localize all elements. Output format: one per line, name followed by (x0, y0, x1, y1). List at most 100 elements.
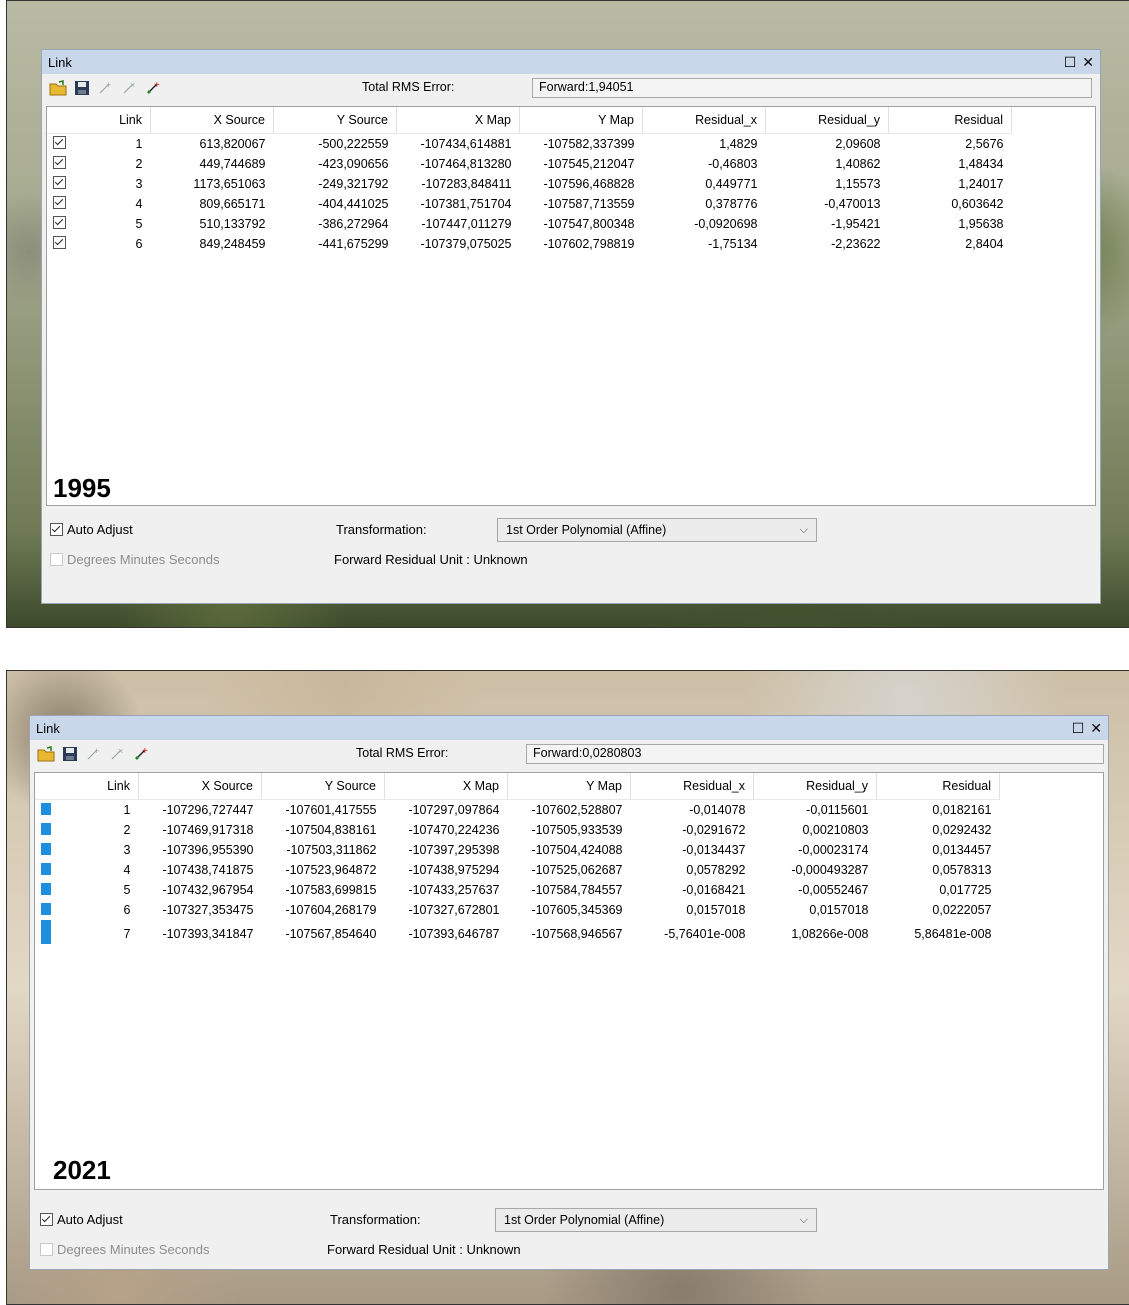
link-marker-icon[interactable] (41, 882, 51, 895)
close-icon[interactable]: ✕ (1082, 54, 1094, 71)
close-icon[interactable]: ✕ (1090, 720, 1102, 737)
table-cell: 0,0292432 (932, 823, 992, 837)
maximize-icon[interactable]: ☐ (1072, 720, 1085, 737)
chevron-down-icon: ⌵ (799, 523, 808, 536)
transformation-select[interactable]: 1st Order Polynomial (Affine) ⌵ (495, 1208, 817, 1232)
col-header-x-source[interactable]: X Source (150, 107, 274, 134)
table-row[interactable]: 2 449,744689 -423,090656 -107464,813280 -107… (47, 154, 1012, 174)
table-row[interactable]: 3 -107396,955390 -107503,311862 -107397,295… (35, 840, 1000, 860)
col-header-y-source[interactable]: Y Source (273, 107, 397, 134)
table-cell: -107601,417555 (285, 803, 377, 817)
table-row[interactable]: 2 -107469,917318 -107504,838161 -107470,224… (35, 820, 1000, 840)
col-header-y-map[interactable]: Y Map (507, 773, 631, 800)
table-row[interactable]: 6 849,248459 -441,675299 -107379,075025 -107… (47, 234, 1012, 254)
table-row[interactable]: 1 -107296,727447 -107601,417555 -107297,097… (35, 800, 1000, 821)
save-icon[interactable] (72, 78, 92, 98)
row-checkbox[interactable] (53, 136, 66, 149)
col-header-x-map[interactable]: X Map (396, 107, 520, 134)
col-header-residual[interactable]: Residual (888, 107, 1012, 134)
add-control-point-icon[interactable]: + (84, 744, 104, 764)
table-cell: -5,76401e-008 (664, 926, 746, 941)
table-cell: -0,46803 (708, 157, 758, 171)
year-label: 1995 (53, 473, 111, 503)
table-cell: -107464,813280 (420, 157, 512, 171)
col-header-x-map[interactable]: X Map (384, 773, 508, 800)
save-icon[interactable] (60, 744, 80, 764)
checkbox-checked-icon[interactable] (50, 523, 63, 536)
col-header-residual-y[interactable]: Residual_y (753, 773, 877, 800)
table-row[interactable]: 1 613,820067 -500,222559 -107434,614881 -107… (47, 134, 1012, 155)
table-row[interactable]: 7 -107393,341847 -107567,854640 -107393,646… (35, 920, 1000, 947)
table-cell: 0,0134457 (932, 843, 992, 857)
screenshot-1995: Link ☐ ✕ + × + Total RMS Error: Forward:… (6, 0, 1129, 628)
auto-adjust-label: Auto Adjust (57, 1212, 123, 1227)
table-cell: 0,0578313 (932, 863, 992, 877)
table-cell: -1,75134 (708, 237, 758, 251)
table-row[interactable]: 5 510,133792 -386,272964 -107447,011279 -107… (47, 214, 1012, 234)
svg-text:×: × (118, 746, 123, 756)
row-checkbox[interactable] (53, 236, 66, 249)
table-cell: 809,665171 (199, 197, 266, 211)
row-checkbox[interactable] (53, 196, 66, 209)
table-cell: -441,675299 (318, 237, 389, 251)
link-marker-icon[interactable] (41, 822, 51, 835)
chevron-down-icon: ⌵ (799, 1213, 808, 1226)
svg-text:+: + (154, 80, 160, 91)
table-cell: 510,133792 (199, 217, 266, 231)
link-marker-icon[interactable] (41, 802, 51, 815)
table-cell: -107523,964872 (285, 863, 377, 877)
link-marker-icon[interactable] (41, 862, 51, 875)
auto-adjust-checkbox[interactable]: Auto Adjust (40, 1212, 123, 1227)
col-header-y-source[interactable]: Y Source (261, 773, 385, 800)
link-marker-icon[interactable] (41, 902, 51, 915)
table-cell: -107582,337399 (543, 137, 635, 151)
table-row[interactable]: 3 1173,651063 -249,321792 -107283,848411 -10… (47, 174, 1012, 194)
table-cell: -107504,838161 (285, 823, 377, 837)
table-cell: 0,378776 (705, 197, 758, 211)
title-bar: Link ☐ ✕ (30, 716, 1108, 740)
table-cell: -107567,854640 (285, 926, 377, 941)
transformation-select[interactable]: 1st Order Polynomial (Affine) ⌵ (497, 518, 817, 542)
svg-text:×: × (130, 80, 135, 90)
table-row[interactable]: 4 -107438,741875 -107523,964872 -107438,975… (35, 860, 1000, 880)
col-header-residual-x[interactable]: Residual_x (630, 773, 754, 800)
link-marker-icon[interactable] (41, 842, 51, 855)
col-header-link[interactable]: Link (83, 107, 151, 134)
col-header-x-source[interactable]: X Source (138, 773, 262, 800)
link-table-container[interactable]: Link X Source Y Source X Map Y Map Resid… (34, 772, 1104, 1190)
auto-adjust-checkbox[interactable]: Auto Adjust (50, 522, 133, 537)
table-cell: -107568,946567 (531, 926, 623, 941)
table-row[interactable]: 5 -107432,967954 -107583,699815 -107433,257… (35, 880, 1000, 900)
checkbox-checked-icon[interactable] (40, 1213, 53, 1226)
maximize-icon[interactable]: ☐ (1064, 54, 1077, 71)
open-folder-icon[interactable] (36, 744, 56, 764)
add-link-icon[interactable]: + (132, 744, 152, 764)
link-marker-icon[interactable] (41, 920, 51, 944)
svg-text:+: + (94, 746, 99, 756)
residual-unit-label: Forward Residual Unit : Unknown (327, 1242, 521, 1257)
col-header-residual[interactable]: Residual (876, 773, 1000, 800)
residual-unit-label: Forward Residual Unit : Unknown (334, 552, 528, 567)
table-cell: -107587,713559 (543, 197, 635, 211)
row-checkbox[interactable] (53, 156, 66, 169)
table-row[interactable]: 6 -107327,353475 -107604,268179 -107327,672… (35, 900, 1000, 920)
add-link-icon[interactable]: + (144, 78, 164, 98)
toolbar: + × + Total RMS Error: Forward:0,0280803 (30, 740, 1108, 768)
table-cell: -1,95421 (831, 217, 881, 231)
delete-link-icon[interactable]: × (108, 744, 128, 764)
table-cell: 1,95638 (958, 217, 1004, 231)
link-table-container[interactable]: Link X Source Y Source X Map Y Map Resid… (46, 106, 1096, 506)
rms-value-field: Forward:1,94051 (532, 78, 1092, 98)
row-checkbox[interactable] (53, 216, 66, 229)
add-control-point-icon[interactable]: + (96, 78, 116, 98)
delete-link-icon[interactable]: × (120, 78, 140, 98)
screenshot-2021: Link ☐ ✕ + × + Total RMS Error: Forward:… (6, 670, 1129, 1305)
table-row[interactable]: 4 809,665171 -404,441025 -107381,751704 -107… (47, 194, 1012, 214)
row-checkbox[interactable] (53, 176, 66, 189)
col-header-y-map[interactable]: Y Map (519, 107, 643, 134)
title-bar: Link ☐ ✕ (42, 50, 1100, 74)
open-folder-icon[interactable] (48, 78, 68, 98)
col-header-link[interactable]: Link (71, 773, 139, 800)
col-header-residual-x[interactable]: Residual_x (642, 107, 766, 134)
col-header-residual-y[interactable]: Residual_y (765, 107, 889, 134)
